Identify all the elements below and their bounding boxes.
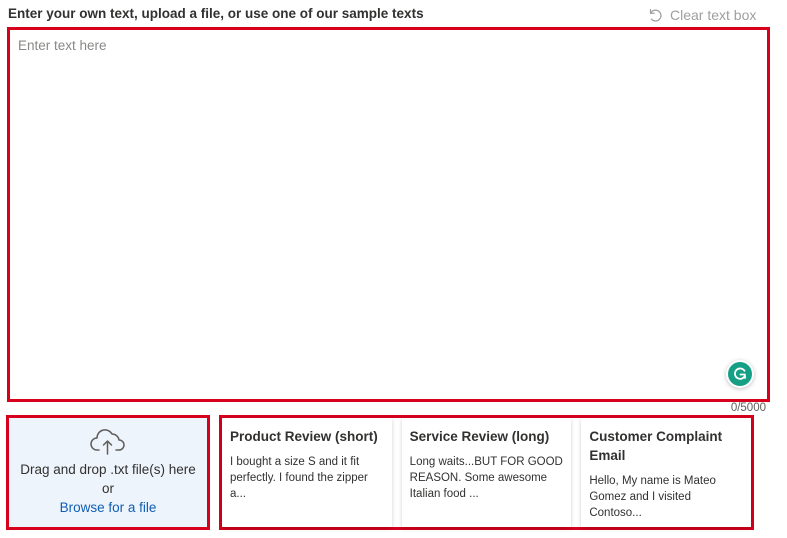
text-input-container bbox=[7, 27, 770, 402]
input-instructions-label: Enter your own text, upload a file, or u… bbox=[8, 6, 424, 21]
grammarly-icon[interactable] bbox=[726, 360, 754, 388]
sample-preview: Long waits...BUT FOR GOOD REASON. Some a… bbox=[409, 456, 563, 500]
sample-card-service-review[interactable]: Service Review (long) Long waits...BUT F… bbox=[401, 418, 572, 527]
or-separator: or bbox=[101, 481, 114, 496]
sample-title: Service Review (long) bbox=[409, 429, 550, 444]
clear-text-box-button[interactable]: Clear text box bbox=[646, 5, 756, 25]
undo-icon bbox=[649, 8, 662, 22]
sample-title: Product Review (short) bbox=[230, 429, 378, 444]
sample-preview: I bought a size S and it fit perfectly. … bbox=[230, 456, 368, 500]
browse-file-link[interactable]: Browse for a file bbox=[60, 498, 157, 517]
clear-text-box-label: Clear text box bbox=[670, 7, 757, 23]
sample-texts-group: Product Review (short) I bought a size S… bbox=[219, 415, 754, 530]
character-count: 0/5000 bbox=[730, 402, 766, 414]
sample-card-customer-complaint[interactable]: Customer Complaint Email Hello, My name … bbox=[581, 418, 752, 527]
cloud-upload-icon bbox=[90, 429, 125, 455]
drag-drop-instructions: Drag and drop .txt file(s) here bbox=[20, 462, 196, 477]
text-input[interactable] bbox=[10, 30, 767, 399]
file-drop-zone[interactable]: Drag and drop .txt file(s) here or Brows… bbox=[6, 415, 210, 530]
sample-title: Customer Complaint Email bbox=[589, 429, 723, 463]
sample-preview: Hello, My name is Mateo Gomez and I visi… bbox=[589, 475, 716, 519]
grammarly-g-glyph bbox=[734, 367, 746, 380]
sample-card-product-review[interactable]: Product Review (short) I bought a size S… bbox=[222, 418, 392, 527]
